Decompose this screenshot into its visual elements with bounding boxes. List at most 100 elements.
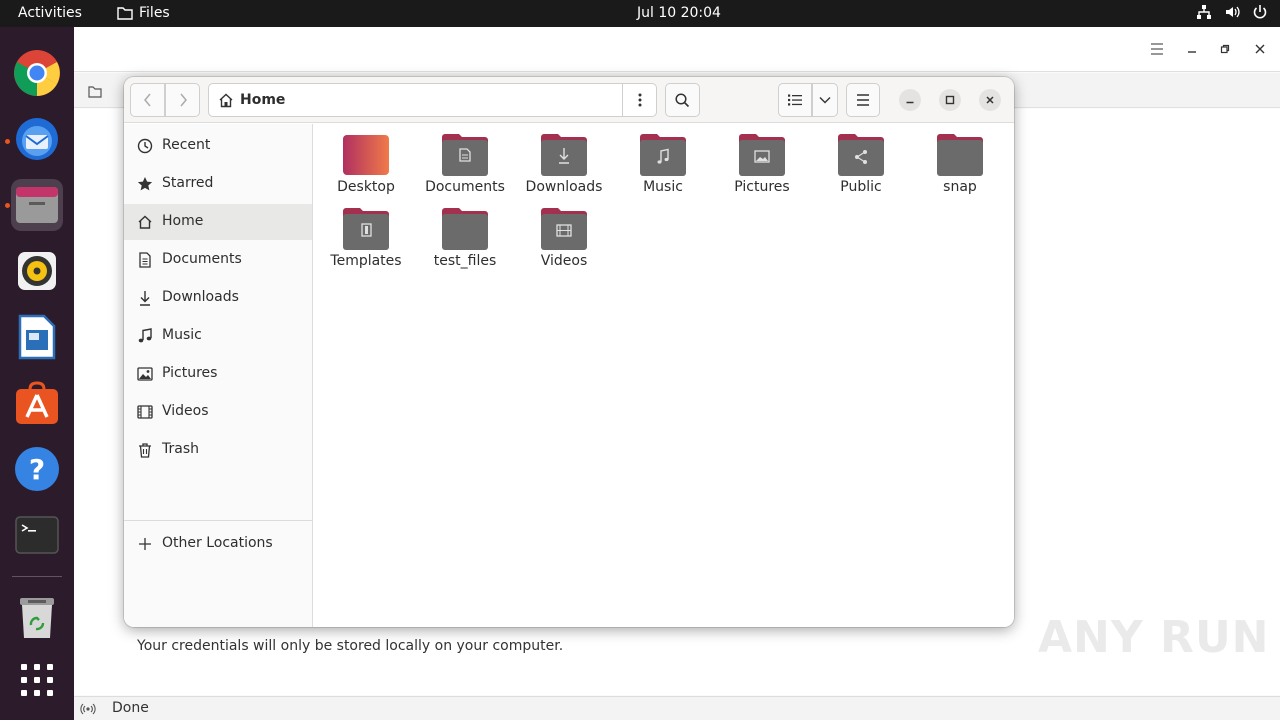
downloads-folder-icon: [541, 134, 587, 176]
watermark-logo: ANY RUN: [1038, 612, 1270, 663]
search-icon: [675, 92, 690, 107]
chevron-down-icon: [819, 97, 831, 104]
sidebar-item-label: Downloads: [162, 289, 239, 305]
path-menu-button[interactable]: [622, 84, 656, 116]
folder-name: Videos: [540, 253, 588, 269]
path-bar[interactable]: Home: [208, 83, 657, 117]
trash-icon[interactable]: [11, 592, 63, 644]
minimize-button[interactable]: [1183, 40, 1201, 58]
folder-icon: [88, 86, 102, 98]
running-indicator: [5, 203, 10, 208]
sidebar-item-label: Recent: [162, 137, 211, 153]
folder-name: snap: [943, 179, 977, 195]
terminal-icon[interactable]: [11, 509, 63, 561]
list-view-icon: [788, 94, 802, 106]
sidebar-item-other-locations[interactable]: Other Locations: [124, 526, 312, 562]
sidebar-item-documents[interactable]: Documents: [124, 242, 312, 278]
chevron-right-icon: [179, 93, 187, 107]
writer-icon[interactable]: [11, 311, 63, 363]
files-window: Home Recent Starred Home Documents Downl…: [124, 77, 1014, 627]
running-indicator: [5, 139, 10, 144]
folder-name: Documents: [425, 179, 505, 195]
thunderbird-icon[interactable]: [11, 113, 63, 165]
sidebar-item-home[interactable]: Home: [124, 204, 312, 240]
sidebar-item-starred[interactable]: Starred: [124, 166, 312, 202]
clock-icon: [137, 138, 153, 154]
folder-icon: [442, 208, 488, 250]
search-button[interactable]: [665, 83, 700, 117]
maximize-icon: [945, 95, 955, 105]
minimize-button[interactable]: [899, 89, 921, 111]
folder-item-downloads[interactable]: Downloads: [515, 124, 613, 196]
folder-item-music[interactable]: Music: [614, 124, 712, 196]
sidebar-item-downloads[interactable]: Downloads: [124, 280, 312, 316]
folder-name: Templates: [330, 253, 402, 269]
sidebar-item-label: Trash: [162, 441, 199, 457]
forward-button[interactable]: [165, 83, 200, 117]
power-icon[interactable]: [1252, 4, 1268, 20]
dock-separator: [12, 576, 62, 577]
svg-text:?: ?: [29, 453, 45, 486]
main-menu-button[interactable]: [846, 83, 880, 117]
sidebar-item-label: Pictures: [162, 365, 218, 381]
folder-item-public[interactable]: Public: [812, 124, 910, 196]
rhythmbox-icon[interactable]: [11, 245, 63, 297]
background-titlebar: [74, 27, 1280, 72]
sidebar-item-trash[interactable]: Trash: [124, 432, 312, 468]
volume-icon[interactable]: [1224, 4, 1240, 20]
network-icon[interactable]: [1196, 4, 1212, 20]
folder-icon: [117, 7, 133, 20]
app-center-icon[interactable]: [11, 377, 63, 429]
document-icon: [137, 252, 153, 268]
path-label: Home: [240, 92, 286, 108]
folder-item-documents[interactable]: Documents: [416, 124, 514, 196]
sidebar-item-label: Documents: [162, 251, 242, 267]
sidebar-item-pictures[interactable]: Pictures: [124, 356, 312, 392]
folder-name: Pictures: [734, 179, 790, 195]
folder-item-videos[interactable]: Videos: [515, 198, 613, 270]
back-button[interactable]: [130, 83, 165, 117]
hamburger-menu-icon[interactable]: [1148, 40, 1166, 58]
top-bar: Activities Files Jul 10 20:04: [0, 0, 1280, 27]
show-apps-icon[interactable]: [11, 654, 63, 706]
files-icon[interactable]: [11, 179, 63, 231]
places-sidebar: Recent Starred Home Documents Downloads …: [124, 124, 313, 627]
desktop-folder-icon: [343, 135, 389, 175]
broadcast-icon: [80, 702, 96, 720]
folder-item-test-files[interactable]: test_files: [416, 198, 514, 270]
star-icon: [137, 176, 153, 192]
sidebar-item-label: Music: [162, 327, 202, 343]
system-tray[interactable]: [1196, 4, 1268, 20]
sidebar-item-music[interactable]: Music: [124, 318, 312, 354]
help-icon[interactable]: ?: [11, 443, 63, 495]
chrome-icon[interactable]: [11, 47, 63, 99]
folder-name: Public: [840, 179, 882, 195]
close-icon[interactable]: [1251, 40, 1269, 58]
folder-item-pictures[interactable]: Pictures: [713, 124, 811, 196]
maximize-button[interactable]: [939, 89, 961, 111]
view-list-button[interactable]: [778, 83, 812, 117]
sidebar-item-label: Starred: [162, 175, 214, 191]
folder-item-desktop[interactable]: Desktop: [317, 124, 415, 196]
status-bar: Done: [74, 696, 1280, 720]
minimize-icon: [906, 101, 914, 104]
folder-name: Desktop: [337, 179, 395, 195]
sidebar-item-recent[interactable]: Recent: [124, 128, 312, 164]
sidebar-separator: [124, 520, 312, 521]
folder-item-templates[interactable]: Templates: [317, 198, 415, 270]
restore-button[interactable]: [1216, 40, 1234, 58]
folder-item-snap[interactable]: snap: [911, 124, 1009, 196]
close-button[interactable]: [979, 89, 1001, 111]
clock[interactable]: Jul 10 20:04: [637, 5, 721, 21]
pictures-folder-icon: [739, 134, 785, 176]
activities-button[interactable]: Activities: [18, 5, 82, 21]
view-options-button[interactable]: [812, 83, 838, 117]
music-folder-icon: [640, 134, 686, 176]
public-folder-icon: [838, 134, 884, 176]
trash-icon: [137, 442, 153, 458]
sidebar-item-videos[interactable]: Videos: [124, 394, 312, 430]
videos-folder-icon: [541, 208, 587, 250]
sidebar-item-label: Other Locations: [162, 535, 273, 551]
chevron-left-icon: [143, 93, 151, 107]
app-menu[interactable]: Files: [117, 5, 170, 21]
